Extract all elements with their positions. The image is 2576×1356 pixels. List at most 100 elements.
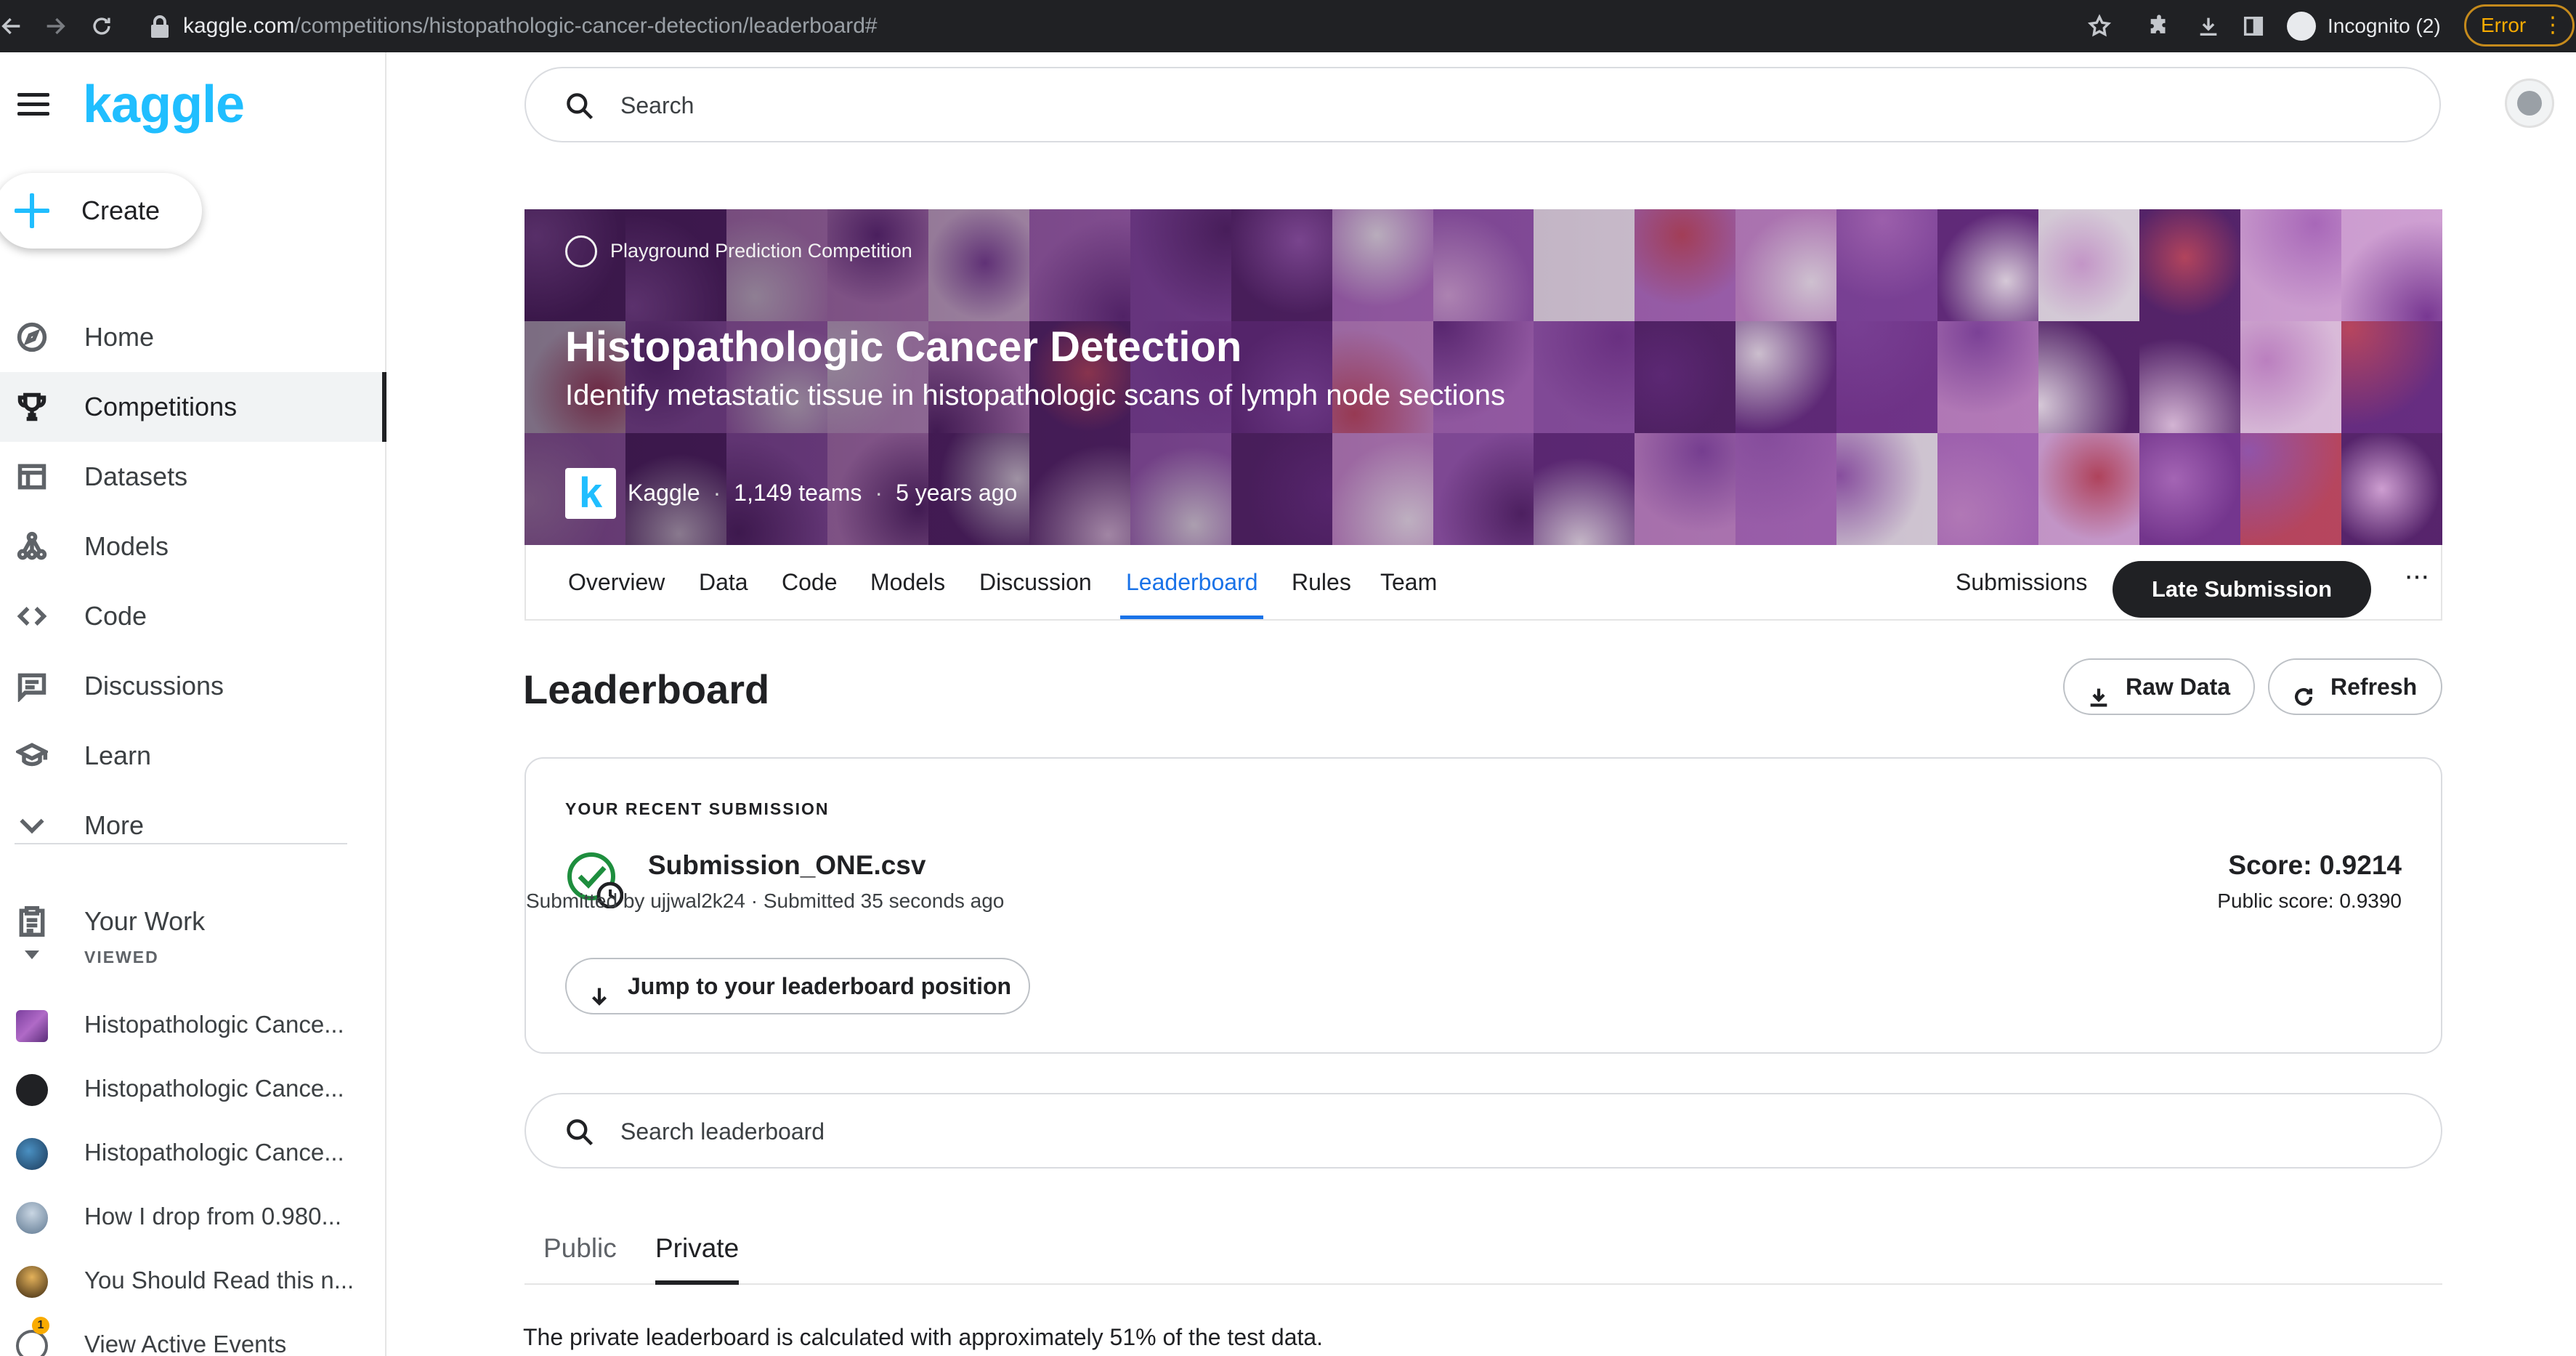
models-icon [16,530,48,562]
caret-down-icon[interactable] [25,951,39,959]
leaderboard-view-tabs: Public Private [524,1214,2442,1285]
error-menu-button[interactable]: Error ⋮ [2464,4,2575,47]
refresh-button[interactable]: Refresh [2268,658,2442,715]
recent-submission-label: YOUR RECENT SUBMISSION [565,799,830,818]
trophy-icon [16,391,48,423]
jump-to-position-button[interactable]: Jump to your leaderboard position [565,958,1030,1014]
side-panel-button[interactable] [2236,9,2271,44]
jump-label: Jump to your leaderboard position [628,973,1012,999]
reload-icon [93,17,110,35]
sidebar: kaggle Create Home Competitions Datasets… [0,52,386,1356]
page-title: Leaderboard [523,666,770,712]
competition-tabs: Overview Data Code Models Discussion Lea… [524,545,2442,621]
back-button[interactable] [0,9,29,44]
sidebar-item-label: Learn [84,740,152,770]
star-icon [2087,14,2112,37]
notification-badge: 1 [32,1317,49,1334]
sidebar-item-discussions[interactable]: Discussions [0,651,385,721]
school-icon [14,740,50,772]
more-options-icon[interactable]: ··· [2394,561,2438,605]
incognito-profile[interactable]: Incognito (2) [2281,7,2455,45]
viewed-item[interactable]: You Should Read this n... [0,1248,385,1312]
sidebar-item-code[interactable]: Code [0,581,385,651]
browser-toolbar: kaggle.com/competitions/histopathologic-… [0,0,2576,52]
sidebar-item-learn[interactable]: Learn [0,721,385,791]
tab-team[interactable]: Team [1380,545,1437,619]
public-score: Public score: 0.9390 [2217,889,2402,912]
plus-icon [15,193,49,228]
sidebar-item-competitions[interactable]: Competitions [0,372,386,442]
host-logo[interactable]: k [565,468,616,519]
raw-data-button[interactable]: Raw Data [2063,658,2255,715]
competition-subtitle: Identify metastatic tissue in histopatho… [565,379,1506,411]
bookmark-button[interactable] [2082,9,2117,44]
raw-data-label: Raw Data [2126,674,2231,700]
competition-meta: Kaggle · 1,149 teams · 5 years ago [628,480,1018,506]
incognito-icon [2287,12,2316,41]
tab-code[interactable]: Code [782,545,838,619]
submission-score: Score: 0.9214 [2228,850,2402,880]
tab-leaderboard[interactable]: Leaderboard [1119,545,1264,619]
tab-overview[interactable]: Overview [568,545,665,619]
sidebar-item-more[interactable]: More [0,791,385,860]
tab-data[interactable]: Data [699,545,748,619]
private-leaderboard-note: The private leaderboard is calculated wi… [523,1324,1324,1350]
kebab-icon: ⋮ [2542,13,2564,37]
sidebar-item-your-work[interactable]: Your Work [0,887,385,956]
download-icon [2086,674,2111,707]
avatar [16,1138,48,1170]
sidebar-item-models[interactable]: Models [0,512,385,581]
user-avatar[interactable] [2505,78,2554,128]
kaggle-logo[interactable]: kaggle [83,74,245,135]
viewed-item[interactable]: Histopathologic Cance... [0,993,385,1057]
host-name[interactable]: Kaggle [628,480,700,506]
submission-filename[interactable]: Submission_ONE.csv [648,850,926,881]
forward-button[interactable] [38,9,73,44]
compass-icon [16,321,48,353]
late-submission-button[interactable]: Late Submission [2113,561,2371,618]
puzzle-icon [2150,15,2166,33]
viewed-item[interactable]: How I drop from 0.980... [0,1185,385,1248]
sidebar-item-label: Home [84,322,155,352]
avatar [16,1202,48,1234]
submissions-link[interactable]: Submissions [1956,545,2087,619]
site-search[interactable] [524,67,2441,142]
leaderboard-search-input[interactable] [620,1113,2364,1150]
arrow-down-icon [587,974,612,1006]
leaderboard-search[interactable] [524,1093,2442,1169]
create-button[interactable]: Create [0,173,202,249]
sidebar-item-active-events[interactable]: View Active Events [0,1312,385,1356]
address-bar[interactable]: kaggle.com/competitions/histopathologic-… [183,10,878,42]
reload-button[interactable] [84,9,119,44]
url-path: /competitions/histopathologic-cancer-det… [294,14,878,38]
sidebar-item-label: Datasets [84,461,188,491]
viewed-section-header: VIEWED [84,948,159,966]
discussion-icon [16,670,48,703]
extensions-button[interactable] [2142,9,2176,44]
tab-private[interactable]: Private [655,1214,740,1285]
side-panel-icon [2243,16,2264,36]
viewed-item[interactable]: Histopathologic Cance... [0,1121,385,1185]
sidebar-item-datasets[interactable]: Datasets [0,442,385,512]
viewed-item-label: View Active Events [84,1331,287,1356]
tab-rules[interactable]: Rules [1292,545,1351,619]
viewed-item-label: Histopathologic Cance... [84,1011,344,1038]
viewed-item[interactable]: Histopathologic Cance... [0,1057,385,1121]
tab-public[interactable]: Public [543,1214,617,1283]
incognito-label: Incognito (2) [2328,15,2441,37]
downloads-button[interactable] [2191,9,2226,44]
hamburger-menu-icon[interactable] [17,93,49,116]
clipboard-icon [16,905,48,937]
search-input[interactable] [620,87,2364,124]
tab-models[interactable]: Models [870,545,945,619]
arrow-left-icon [1,17,20,35]
tab-discussion[interactable]: Discussion [979,545,1092,619]
create-label: Create [81,195,161,225]
sidebar-item-label: Models [84,531,169,561]
sidebar-item-home[interactable]: Home [0,302,385,372]
sidebar-item-label: Your Work [84,906,206,936]
playground-icon [565,235,597,267]
recent-submission-card: YOUR RECENT SUBMISSION Submission_ONE.cs… [524,757,2442,1054]
code-icon [16,600,48,632]
competition-age: 5 years ago [896,480,1018,506]
